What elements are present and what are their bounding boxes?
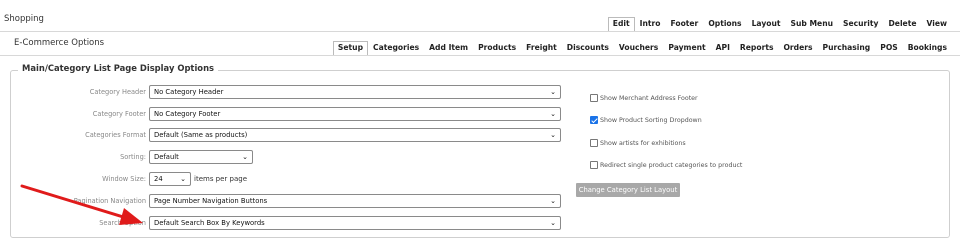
red-arrow-icon <box>20 184 143 225</box>
arrow-head <box>119 208 143 225</box>
arrow-shaft <box>20 184 132 221</box>
